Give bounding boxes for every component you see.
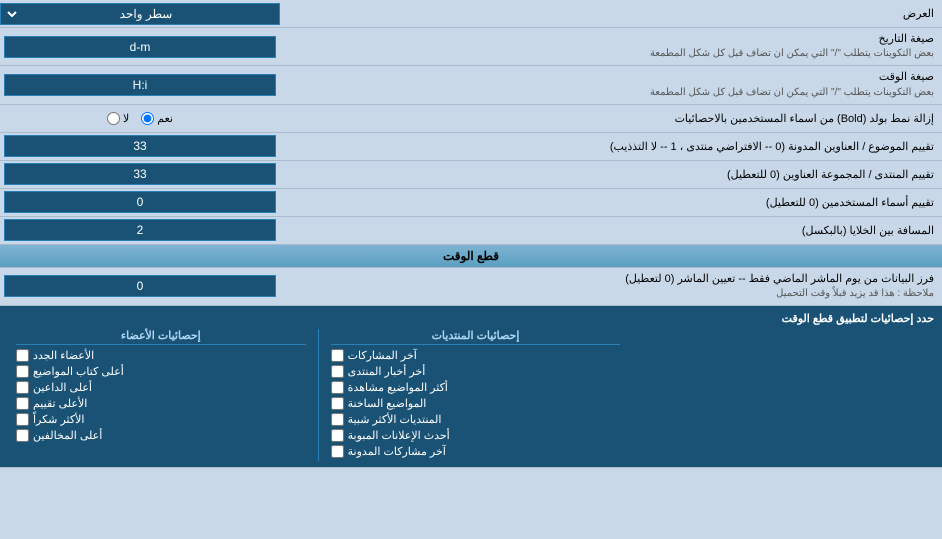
stats-posts-col: إحصائيات المنتديات آخر المشاركات أخر أخب… <box>323 329 629 461</box>
cut-time-title: قطع الوقت <box>443 249 499 263</box>
stats-item-members-0: الأعضاء الجدد <box>16 349 306 362</box>
checkbox-posts-0[interactable] <box>331 349 344 362</box>
stats-item-members-4: الأكثر شكراً <box>16 413 306 426</box>
checkbox-members-0[interactable] <box>16 349 29 362</box>
forum-group-order-input-container <box>0 161 280 187</box>
cell-distance-row: المسافة بين الخلايا (بالبكسل) <box>0 217 942 245</box>
checkbox-posts-2[interactable] <box>331 381 344 394</box>
checkbox-members-4[interactable] <box>16 413 29 426</box>
time-format-input-container <box>0 72 280 98</box>
date-format-input[interactable] <box>4 36 276 58</box>
display-label: العرض <box>280 3 942 24</box>
topic-order-input-container <box>0 133 280 159</box>
cut-time-header: قطع الوقت <box>0 245 942 268</box>
stats-item-posts-1: أخر أخبار المنتدى <box>331 365 621 378</box>
forum-group-order-row: تقييم المنتدى / المجموعة العناوين (0 للت… <box>0 161 942 189</box>
usernames-order-input-container <box>0 189 280 215</box>
checkbox-posts-1[interactable] <box>331 365 344 378</box>
stats-section-title: حدد إحصائيات لتطبيق قطع الوقت <box>8 312 934 325</box>
radio-yes-label: نعم <box>157 112 173 125</box>
radio-yes-input[interactable] <box>141 112 154 125</box>
usernames-order-input[interactable] <box>4 191 276 213</box>
usernames-order-label: تقييم أسماء المستخدمين (0 للتعطيل) <box>280 192 942 213</box>
checkbox-members-5[interactable] <box>16 429 29 442</box>
forum-group-order-label: تقييم المنتدى / المجموعة العناوين (0 للت… <box>280 164 942 185</box>
stats-item-posts-6: آخر مشاركات المدونة <box>331 445 621 458</box>
radio-yes: نعم <box>141 112 173 125</box>
stats-members-col: إحصائيات الأعضاء الأعضاء الجدد أعلى كتاب… <box>8 329 314 461</box>
stats-item-members-1: أعلى كتاب المواضيع <box>16 365 306 378</box>
checkbox-members-3[interactable] <box>16 397 29 410</box>
stats-item-posts-4: المنتديات الأكثر شبية <box>331 413 621 426</box>
usernames-order-row: تقييم أسماء المستخدمين (0 للتعطيل) <box>0 189 942 217</box>
remove-bold-radio-container: نعم لا <box>0 110 280 127</box>
topic-order-input[interactable] <box>4 135 276 157</box>
main-container: العرض سطر واحد سطرين ثلاثة أسطر صيغة الت… <box>0 0 942 468</box>
checkbox-members-2[interactable] <box>16 381 29 394</box>
forum-group-order-input[interactable] <box>4 163 276 185</box>
stats-posts-col-title: إحصائيات المنتديات <box>331 329 621 345</box>
checkbox-members-1[interactable] <box>16 365 29 378</box>
cell-distance-input-container <box>0 217 280 243</box>
stats-item-posts-3: المواضيع الساخنة <box>331 397 621 410</box>
stats-item-posts-0: آخر المشاركات <box>331 349 621 362</box>
cut-time-row-label: فرز البيانات من يوم الماشر الماضي فقط --… <box>280 268 942 305</box>
date-format-row: صيغة التاريخ بعض التكوينات يتطلب "/" الت… <box>0 28 942 66</box>
stats-grid: إحصائيات المنتديات آخر المشاركات أخر أخب… <box>8 329 934 461</box>
stats-members-col-title: إحصائيات الأعضاء <box>16 329 306 345</box>
stats-empty-col <box>628 329 934 461</box>
topic-order-label: تقييم الموضوع / العناوين المدونة (0 -- ا… <box>280 136 942 157</box>
cell-distance-input[interactable] <box>4 219 276 241</box>
stats-divider <box>318 329 319 461</box>
cut-time-row: فرز البيانات من يوم الماشر الماضي فقط --… <box>0 268 942 306</box>
stats-item-members-2: أعلى الداعين <box>16 381 306 394</box>
time-format-row: صيغة الوقت بعض التكوينات يتطلب "/" التي … <box>0 66 942 104</box>
radio-no: لا <box>107 112 129 125</box>
stats-item-members-3: الأعلى تقييم <box>16 397 306 410</box>
display-select[interactable]: سطر واحد سطرين ثلاثة أسطر <box>5 6 275 22</box>
remove-bold-row: إزالة نمط بولد (Bold) من اسماء المستخدمي… <box>0 105 942 133</box>
stats-section: حدد إحصائيات لتطبيق قطع الوقت إحصائيات ا… <box>0 306 942 468</box>
checkbox-posts-4[interactable] <box>331 413 344 426</box>
checkbox-posts-5[interactable] <box>331 429 344 442</box>
radio-no-input[interactable] <box>107 112 120 125</box>
stats-item-members-5: أعلى المخالفين <box>16 429 306 442</box>
time-format-input[interactable] <box>4 74 276 96</box>
cut-time-input[interactable] <box>4 275 276 297</box>
date-format-label: صيغة التاريخ بعض التكوينات يتطلب "/" الت… <box>280 28 942 65</box>
checkbox-posts-3[interactable] <box>331 397 344 410</box>
stats-item-posts-2: أكثر المواضيع مشاهدة <box>331 381 621 394</box>
cell-distance-label: المسافة بين الخلايا (بالبكسل) <box>280 220 942 241</box>
date-format-input-container <box>0 34 280 60</box>
topic-order-row: تقييم الموضوع / العناوين المدونة (0 -- ا… <box>0 133 942 161</box>
remove-bold-label: إزالة نمط بولد (Bold) من اسماء المستخدمي… <box>280 108 942 129</box>
time-format-label: صيغة الوقت بعض التكوينات يتطلب "/" التي … <box>280 66 942 103</box>
cut-time-input-container <box>0 273 280 299</box>
checkbox-posts-6[interactable] <box>331 445 344 458</box>
display-row: العرض سطر واحد سطرين ثلاثة أسطر <box>0 0 942 28</box>
display-dropdown-container: سطر واحد سطرين ثلاثة أسطر <box>0 3 280 25</box>
radio-no-label: لا <box>123 112 129 125</box>
stats-item-posts-5: أحدث الإعلانات المبوبة <box>331 429 621 442</box>
